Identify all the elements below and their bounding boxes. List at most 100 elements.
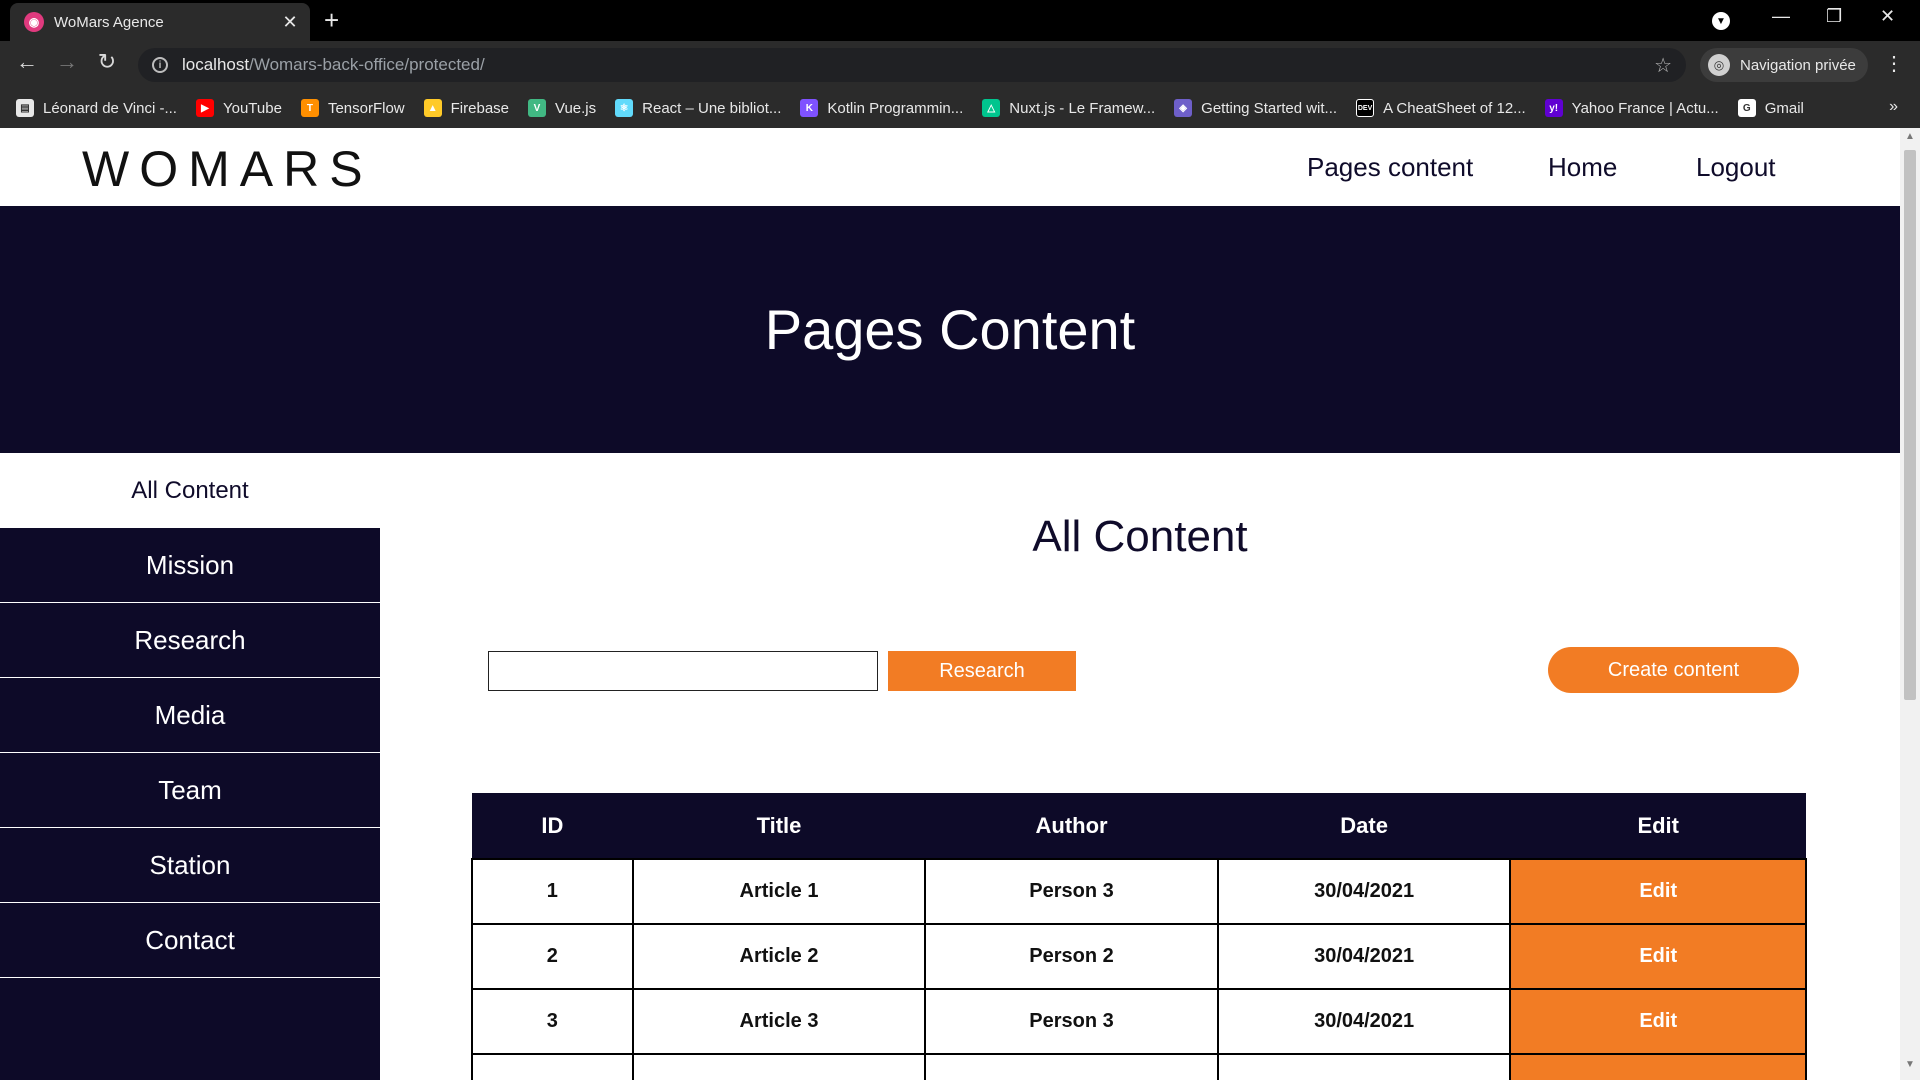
search-input[interactable]: [488, 651, 878, 691]
minimize-icon[interactable]: —: [1772, 6, 1790, 27]
back-icon[interactable]: ←: [12, 49, 42, 75]
bookmark-label: Yahoo France | Actu...: [1571, 99, 1719, 117]
bookmark-label: Kotlin Programmin...: [827, 99, 964, 117]
header-date: Date: [1217, 793, 1511, 859]
edit-button[interactable]: [1509, 1053, 1807, 1080]
bookmark-item[interactable]: G Gmail: [1737, 99, 1804, 117]
bookmark-item[interactable]: ▤ Léonard de Vinci -...: [16, 99, 177, 117]
bookmark-item[interactable]: T TensorFlow: [300, 99, 405, 117]
create-content-button[interactable]: Create content: [1548, 647, 1799, 693]
reload-icon[interactable]: ↻: [92, 49, 122, 75]
scroll-down-icon[interactable]: ▼: [1900, 1059, 1920, 1077]
header-id: ID: [472, 793, 633, 859]
cell-author: Person 2: [924, 923, 1219, 990]
bookmark-label: A CheatSheet of 12...: [1383, 99, 1526, 117]
edit-button[interactable]: Edit: [1509, 923, 1807, 990]
close-window-icon[interactable]: ✕: [1880, 6, 1895, 27]
cell-id: [471, 1053, 634, 1080]
bookmark-star-icon[interactable]: ☆: [1654, 53, 1672, 78]
cell-date: 30/04/2021: [1216, 923, 1512, 990]
cell-author: Person 3: [924, 858, 1219, 925]
cell-title: [631, 1053, 927, 1080]
sidebar-item-team[interactable]: Team: [0, 753, 380, 828]
bookmark-item[interactable]: ▶ YouTube: [195, 99, 282, 117]
nav-logout[interactable]: Logout: [1696, 152, 1776, 183]
dev-icon: DEV: [1356, 99, 1375, 117]
bookmark-label: Vue.js: [555, 99, 597, 117]
cell-id: 3: [471, 988, 634, 1055]
page-scrollbar[interactable]: ▲ ▼: [1900, 128, 1920, 1080]
section-title: All Content: [1032, 512, 1248, 561]
tab-search-icon[interactable]: ▼: [1712, 12, 1730, 30]
cell-title: Article 1: [631, 858, 927, 925]
browser-tab[interactable]: ◉ WoMars Agence ✕: [10, 3, 310, 41]
table-row: 1 Article 1 Person 3 30/04/2021 Edit: [471, 858, 1807, 925]
bookmark-item[interactable]: DEV A CheatSheet of 12...: [1356, 99, 1526, 117]
bookmark-label: Nuxt.js - Le Framew...: [1009, 99, 1156, 117]
bookmark-item[interactable]: ⚛ React – Une bibliot...: [615, 99, 781, 117]
nav-pages-content[interactable]: Pages content: [1307, 152, 1473, 183]
site-header: WOMARS Pages content Home Logout: [0, 128, 1900, 206]
browser-menu-icon[interactable]: ⋮: [1884, 51, 1904, 76]
content-table: ID Title Author Date Edit 1 Article 1 Pe…: [471, 793, 1807, 1080]
bookmark-item[interactable]: △ Nuxt.js - Le Framew...: [982, 99, 1155, 117]
incognito-icon: ◎: [1708, 54, 1730, 76]
cell-date: 30/04/2021: [1216, 988, 1512, 1055]
nav-home[interactable]: Home: [1548, 152, 1617, 183]
react-icon: ⚛: [615, 99, 634, 117]
address-bar[interactable]: i localhost/Womars-back-office/protected…: [138, 48, 1686, 82]
sidebar-item-station[interactable]: Station: [0, 828, 380, 903]
tab-title: WoMars Agence: [54, 13, 164, 31]
youtube-icon: ▶: [195, 99, 214, 117]
scroll-up-icon[interactable]: ▲: [1900, 131, 1920, 149]
womars-logo[interactable]: WOMARS: [82, 140, 373, 198]
edit-button[interactable]: Edit: [1509, 858, 1807, 925]
bookmark-item[interactable]: ▲ Firebase: [423, 99, 509, 117]
google-icon: G: [1737, 99, 1756, 117]
bookmark-item[interactable]: y! Yahoo France | Actu...: [1544, 99, 1719, 117]
url-text: localhost/Womars-back-office/protected/: [182, 55, 485, 74]
header-title: Title: [632, 793, 926, 859]
sidebar-item-media[interactable]: Media: [0, 678, 380, 753]
sidebar-item-all-content[interactable]: All Content: [0, 453, 380, 528]
sidebar-item-contact[interactable]: Contact: [0, 903, 380, 978]
cell-title: Article 2: [631, 923, 927, 990]
header-edit: Edit: [1510, 793, 1806, 859]
scroll-thumb[interactable]: [1904, 150, 1916, 700]
bookmark-label: Firebase: [450, 99, 509, 117]
research-button[interactable]: Research: [888, 651, 1076, 691]
forward-icon[interactable]: →: [52, 49, 82, 75]
cell-date: [1216, 1053, 1512, 1080]
cell-author: Person 3: [924, 988, 1219, 1055]
tensorflow-icon: T: [300, 99, 319, 117]
incognito-badge[interactable]: ◎ Navigation privée: [1700, 48, 1868, 82]
cell-author: [924, 1053, 1219, 1080]
edit-button[interactable]: Edit: [1509, 988, 1807, 1055]
cell-id: 1: [471, 858, 634, 925]
bookmark-item[interactable]: V Vue.js: [528, 99, 596, 117]
bookmark-label: Getting Started wit...: [1201, 99, 1338, 117]
bookmark-item[interactable]: K Kotlin Programmin...: [800, 99, 963, 117]
site-info-icon[interactable]: i: [152, 57, 168, 73]
more-bookmarks-icon[interactable]: »: [1889, 98, 1898, 116]
restore-icon[interactable]: ❐: [1826, 6, 1842, 27]
page-viewport: WOMARS Pages content Home Logout Pages C…: [0, 128, 1920, 1080]
bookmark-label: Gmail: [1764, 99, 1804, 117]
sidebar-item-research[interactable]: Research: [0, 603, 380, 678]
bookmarks-bar: ▤ Léonard de Vinci -... ▶ YouTube T TensorFlo…: [0, 88, 1920, 128]
page-title: Pages Content: [764, 298, 1136, 361]
sidebar-item-mission[interactable]: Mission: [0, 528, 380, 603]
browser-toolbar: ← → ↻ i localhost/Womars-back-office/pro…: [0, 41, 1920, 88]
bookmark-label: Léonard de Vinci -...: [43, 99, 177, 117]
new-tab-icon[interactable]: +: [324, 7, 339, 33]
cell-id: 2: [471, 923, 634, 990]
close-tab-icon[interactable]: ✕: [280, 12, 300, 33]
table-row: 3 Article 3 Person 3 30/04/2021 Edit: [471, 988, 1807, 1055]
table-row: [471, 1053, 1807, 1080]
vuejs-icon: V: [528, 99, 546, 117]
bookmark-item[interactable]: ◈ Getting Started wit...: [1174, 99, 1337, 117]
bookmark-label: YouTube: [222, 99, 282, 117]
header-author: Author: [925, 793, 1218, 859]
womars-favicon-icon: ◉: [24, 12, 44, 32]
browser-tabstrip: ◉ WoMars Agence ✕ + ▼ — ❐ ✕: [0, 0, 1920, 41]
